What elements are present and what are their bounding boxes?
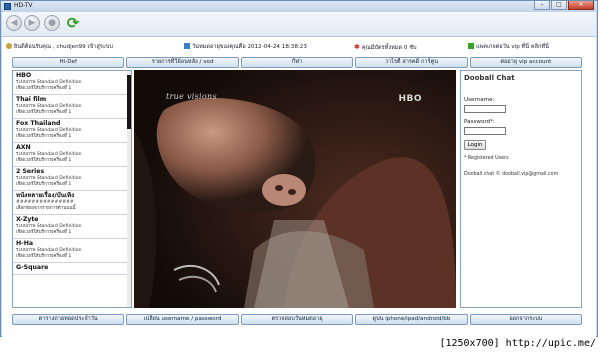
chat-title: Dooball Chat xyxy=(464,74,515,82)
footer-mobile[interactable]: ดูบน iphone/ipad/android/bb xyxy=(355,314,468,325)
video-frame xyxy=(134,70,456,308)
vip-text[interactable]: แพคเกจต่อวัน vip ที่นี่ คลิกที่นี่ xyxy=(476,44,549,50)
channel-name: X-Zyte xyxy=(16,216,39,223)
user-icon xyxy=(6,43,12,49)
registered-note: * Registered Users xyxy=(464,156,509,161)
chat-footer: Dooball chat © dooball.vip@gmail.com xyxy=(464,172,559,177)
network-logo: HBO xyxy=(398,94,422,104)
channel-list: HBO ระบบภาพ Standard Definition เซิฟเวอร์ใ… xyxy=(12,70,132,308)
minimize-button[interactable]: – xyxy=(534,1,550,10)
password-field[interactable] xyxy=(464,127,506,135)
vip-icon xyxy=(468,43,474,49)
close-button[interactable]: ✕ xyxy=(568,1,594,10)
footer-schedule[interactable]: ตารางถ่ายทอดประจำวัน xyxy=(12,314,125,325)
channel-name: 2 Series xyxy=(16,168,45,175)
channel-item[interactable]: AXN ระบบภาพ Standard Definition เซิฟเวอร์ใ… xyxy=(13,143,131,167)
browser-toolbar: ◀ ▶ ● ⟳ xyxy=(2,12,596,37)
channel-name: Thai film xyxy=(16,96,47,103)
channel-detail: เซิฟเวอร์ให้บริการเครื่องที่ 1 xyxy=(16,110,72,115)
title-bar: HD-TV – □ ✕ xyxy=(1,1,597,12)
channel-item[interactable]: G-Square xyxy=(13,263,131,275)
main-nav: Hi-Def รายการทีวีย้อนหลัง / vod กีฬา วาไ… xyxy=(12,57,583,68)
channel-detail: เซิฟเวอร์ให้บริการเครื่องที่ 1 xyxy=(16,230,72,235)
footer-logout[interactable]: ออกจากระบบ xyxy=(469,314,583,325)
channel-detail: เซิฟเวอร์ให้บริการเครื่องที่ 1 xyxy=(16,182,72,187)
video-player[interactable]: true visions HBO xyxy=(134,70,456,308)
points-info: ✱ คุณมีบัตรทั้งหมด 0 ซับ xyxy=(354,43,417,52)
channel-detail: เลือกช่องจากรายการด้านบนนี้ xyxy=(16,206,76,211)
app-icon xyxy=(4,3,11,10)
star-icon: ✱ xyxy=(354,43,360,51)
channel-item[interactable]: HBO ระบบภาพ Standard Definition เซิฟเวอร์ใ… xyxy=(13,71,131,95)
page-content: ยินดีต้อนรับคุณ , chudjen99 เข้าสู่ระบบ … xyxy=(2,37,596,337)
window-title: HD-TV xyxy=(14,2,33,9)
nav-vod[interactable]: รายการทีวีย้อนหลัง / vod xyxy=(126,57,239,68)
nav-variety[interactable]: วาไรตี้ สารคดี การ์ตูน xyxy=(355,57,468,68)
username-field[interactable] xyxy=(464,105,506,113)
scrollbar-thumb[interactable] xyxy=(127,75,131,129)
channel-name: หนังหลายเรื่อง/บันเทิง xyxy=(16,192,75,199)
channel-detail: เซิฟเวอร์ให้บริการเครื่องที่ 1 xyxy=(16,158,72,163)
app-window: HD-TV – □ ✕ ◀ ▶ ● ⟳ ยินดีต้อนรับคุณ , ch… xyxy=(0,0,598,337)
footer-check-expiry[interactable]: ตรวจสอบวันหมดอายุ xyxy=(240,314,354,325)
nav-hi-def[interactable]: Hi-Def xyxy=(12,57,125,68)
channel-name: AXN xyxy=(16,144,31,151)
forward-arrow-icon[interactable]: ▶ xyxy=(24,15,40,31)
user-info-bar: ยินดีต้อนรับคุณ , chudjen99 เข้าสู่ระบบ … xyxy=(2,37,596,56)
maximize-button[interactable]: □ xyxy=(551,1,567,10)
channel-name: H-Ha xyxy=(16,240,34,247)
stop-icon[interactable]: ● xyxy=(44,15,60,31)
channel-logo: true visions xyxy=(166,92,217,101)
channel-name: HBO xyxy=(16,72,32,79)
channel-item[interactable]: 2 Series ระบบภาพ Standard Definition เซิฟเ… xyxy=(13,167,131,191)
nav-sport[interactable]: กีฬา xyxy=(240,57,354,68)
password-label: Password*: xyxy=(464,119,495,125)
channel-detail: เซิฟเวอร์ให้บริการเครื่องที่ 1 xyxy=(16,254,72,259)
login-button[interactable]: Login xyxy=(464,140,486,150)
channel-scrollbar[interactable] xyxy=(127,71,131,307)
refresh-icon[interactable]: ⟳ xyxy=(64,14,82,32)
back-arrow-icon[interactable]: ◀ xyxy=(6,15,22,31)
channel-item[interactable]: Fox Thailand ระบบภาพ Standard Definition เ… xyxy=(13,119,131,143)
window-controls: – □ ✕ xyxy=(533,1,594,11)
welcome-text: ยินดีต้อนรับคุณ , chudjen99 เข้าสู่ระบบ xyxy=(14,44,113,50)
chat-panel: Dooball Chat Username: Password*: Login … xyxy=(460,70,582,308)
channel-item[interactable]: X-Zyte ระบบภาพ Standard Definition เซิฟเวอ… xyxy=(13,215,131,239)
welcome-info: ยินดีต้อนรับคุณ , chudjen99 เข้าสู่ระบบ xyxy=(6,43,113,51)
footer-nav: ตารางถ่ายทอดประจำวัน เปลี่ยน username / … xyxy=(12,314,583,325)
channel-items: HBO ระบบภาพ Standard Definition เซิฟเวอร์ใ… xyxy=(13,71,131,275)
channel-item[interactable]: Thai film ระบบภาพ Standard Definition เซิฟ… xyxy=(13,95,131,119)
expiry-info: วันหมดอายุของคุณคือ 2012-04-24 18:38:23 xyxy=(184,43,307,51)
expiry-text: วันหมดอายุของคุณคือ 2012-04-24 18:38:23 xyxy=(192,44,307,50)
channel-item[interactable]: หนังหลายเรื่อง/บันเทิง ############### เลื… xyxy=(13,191,131,215)
footer-change-password[interactable]: เปลี่ยน username / password xyxy=(126,314,239,325)
nav-renew-vip[interactable]: ต่ออายุ vip account xyxy=(469,57,583,68)
channel-detail: เซิฟเวอร์ให้บริการเครื่องที่ 1 xyxy=(16,134,72,139)
channel-item[interactable]: H-Ha ระบบภาพ Standard Definition เซิฟเวอร์… xyxy=(13,239,131,263)
username-label: Username: xyxy=(464,97,495,103)
image-caption: [1250x700] http://upic.me/ xyxy=(439,338,596,349)
points-text: คุณมีบัตรทั้งหมด 0 ซับ xyxy=(361,45,417,51)
channel-name: G-Square xyxy=(16,264,49,271)
clock-icon xyxy=(184,43,190,49)
channel-detail: เซิฟเวอร์ให้บริการเครื่องที่ 1 xyxy=(16,86,72,91)
vip-info[interactable]: แพคเกจต่อวัน vip ที่นี่ คลิกที่นี่ xyxy=(468,43,549,51)
channel-name: Fox Thailand xyxy=(16,120,61,127)
